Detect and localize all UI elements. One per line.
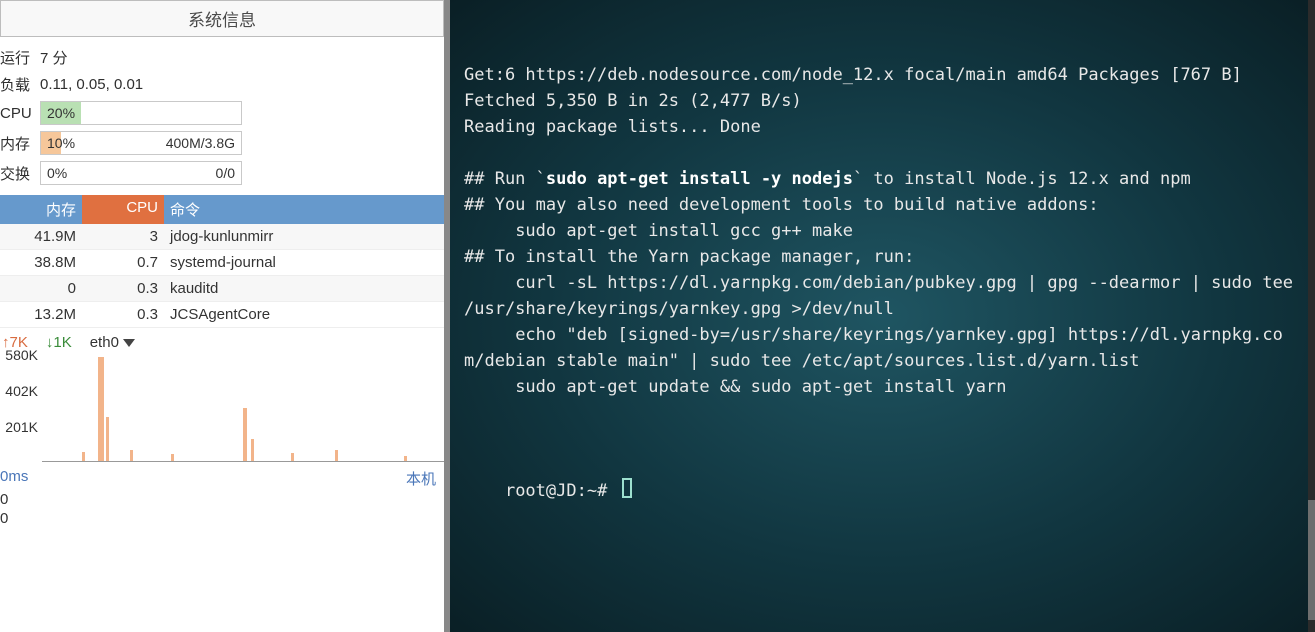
terminal[interactable]: Get:6 https://deb.nodesource.com/node_12… <box>450 0 1315 632</box>
latency-ms: 0ms <box>0 468 28 489</box>
table-row[interactable]: 13.2M0.3JCSAgentCore <box>0 302 444 328</box>
uptime-value: 7 分 <box>40 47 68 68</box>
uptime-label: 运行 <box>0 47 40 68</box>
mem-bar: 10% 400M/3.8G <box>40 131 242 155</box>
table-row[interactable]: 38.8M0.7systemd-journal <box>0 250 444 276</box>
load-value: 0.11, 0.05, 0.01 <box>40 76 143 93</box>
panel-title: 系统信息 <box>0 0 444 37</box>
swap-label: 交换 <box>0 163 40 184</box>
chevron-down-icon <box>123 339 135 347</box>
mem-pct: 10% <box>47 135 75 151</box>
net-down: ↓1K <box>46 334 72 351</box>
system-info-panel: 系统信息 运行 7 分 负载 0.11, 0.05, 0.01 CPU 20% … <box>0 0 450 632</box>
col-cpu[interactable]: CPU <box>82 195 164 224</box>
load-label: 负载 <box>0 74 40 95</box>
cpu-label: CPU <box>0 105 40 122</box>
latency-host[interactable]: 本机 <box>406 468 436 489</box>
cursor-icon <box>622 478 632 498</box>
cpu-bar: 20% <box>40 101 242 125</box>
cpu-pct: 20% <box>47 105 75 121</box>
col-mem[interactable]: 内存 <box>0 195 82 224</box>
mem-detail: 400M/3.8G <box>166 135 235 151</box>
prompt: root@JD:~# <box>505 481 618 501</box>
net-interface-select[interactable]: eth0 <box>90 334 135 351</box>
swap-detail: 0/0 <box>216 165 235 181</box>
col-cmd[interactable]: 命令 <box>164 195 444 224</box>
swap-bar: 0% 0/0 <box>40 161 242 185</box>
table-row[interactable]: 41.9M3jdog-kunlunmirr <box>0 224 444 250</box>
net-graph: 580K 402K 201K <box>42 351 444 462</box>
terminal-scrollbar[interactable] <box>1308 0 1315 632</box>
process-header: 内存 CPU 命令 <box>0 195 444 224</box>
swap-pct: 0% <box>47 165 67 181</box>
mem-label: 内存 <box>0 133 40 154</box>
table-row[interactable]: 00.3kauditd <box>0 276 444 302</box>
